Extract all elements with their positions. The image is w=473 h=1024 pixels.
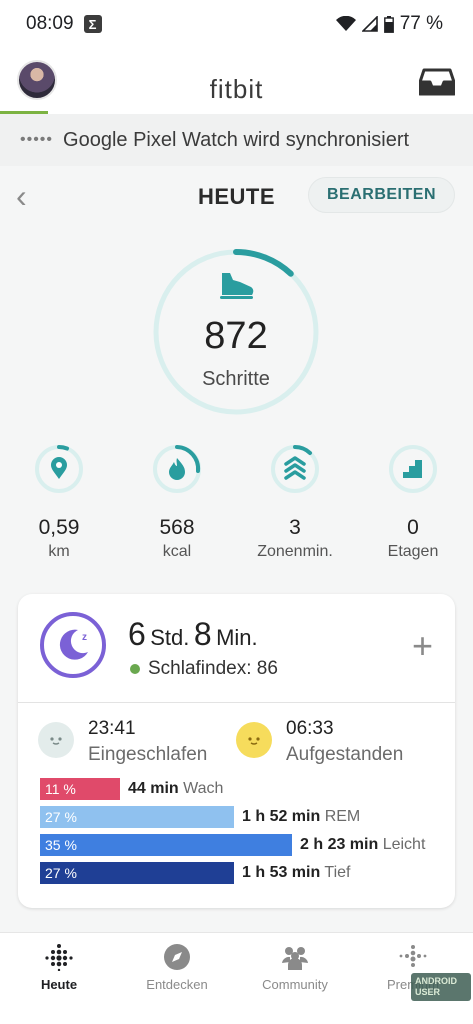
stat-value: 0 xyxy=(407,516,419,539)
stat-distance[interactable]: 0,59 km xyxy=(4,444,114,561)
shoe-icon xyxy=(220,273,254,299)
location-pin-icon xyxy=(35,444,83,493)
stats-row: 0,59 km 568 kcal 3 Zonenmin. 0 Etagen xyxy=(0,444,473,574)
stat-value: 568 xyxy=(159,516,195,539)
stage-bar-leicht: 35 % xyxy=(40,834,292,856)
stage-duration: 1 h 53 min xyxy=(242,864,321,881)
stat-label: Etagen xyxy=(387,543,439,560)
svg-text:z: z xyxy=(82,632,87,643)
stage-name: Wach xyxy=(183,780,224,797)
nav-item-community[interactable]: Community xyxy=(236,933,354,992)
sleep-card[interactable]: z 6 Std. 8 Min. Schlafindex: 86 + 23:41 … xyxy=(18,594,455,908)
status-bar: 08:09 Σ 77 % xyxy=(0,0,473,48)
sleep-minutes-unit: Min. xyxy=(216,625,258,650)
stage-bar-tief: 27 % xyxy=(40,862,234,884)
stage-name: Tief xyxy=(324,864,351,881)
steps-value: 872 xyxy=(204,315,268,357)
community-icon xyxy=(282,947,308,970)
nav-item-discover[interactable]: Entdecken xyxy=(118,933,236,992)
stage-duration: 44 min xyxy=(128,780,179,797)
battery-percent: 77 % xyxy=(399,13,443,34)
nav-label: Entdecken xyxy=(146,977,208,992)
score-dot-icon xyxy=(130,664,140,674)
awake-time: 06:33 xyxy=(286,718,334,739)
edit-button[interactable]: BEARBEITEN xyxy=(307,177,455,213)
signal-icon xyxy=(361,16,378,32)
stage-duration: 1 h 52 min xyxy=(242,808,321,825)
zone-chevrons-icon xyxy=(271,445,319,493)
flame-icon xyxy=(153,445,201,493)
stat-value: 0,59 xyxy=(38,516,80,539)
sleep-hours-unit: Std. xyxy=(150,625,190,650)
inbox-icon[interactable] xyxy=(419,68,455,96)
sleep-stage-row: 35 % 2 h 23 min Leicht xyxy=(40,834,440,856)
compass-icon xyxy=(164,944,190,970)
sleep-stage-row: 27 % 1 h 52 min REM xyxy=(40,806,440,828)
moon-face-icon xyxy=(38,722,74,758)
awake-label: Aufgestanden xyxy=(286,744,404,765)
app-header: fitbit xyxy=(0,48,473,114)
watermark-line: USER xyxy=(415,987,441,997)
fitbit-dots-icon xyxy=(45,944,73,971)
stairs-icon xyxy=(389,445,437,493)
stat-value: 3 xyxy=(289,516,301,539)
asleep-time: 23:41 xyxy=(88,718,136,739)
sync-status-bar: ••••• Google Pixel Watch wird synchronis… xyxy=(0,114,473,166)
add-button[interactable]: + xyxy=(412,628,433,664)
stat-zone-minutes[interactable]: 3 Zonenmin. xyxy=(240,444,350,561)
watermark-line: ANDROID xyxy=(415,976,457,986)
watermark-logo: ANDROID USER xyxy=(411,973,471,1001)
day-header: ‹ HEUTE BEARBEITEN xyxy=(0,170,473,220)
stage-bar-rem: 27 % xyxy=(40,806,234,828)
nav-label: Community xyxy=(262,977,328,992)
sleep-moon-icon: z xyxy=(40,612,106,678)
notification-icon: Σ xyxy=(83,15,102,33)
brand-logo: fitbit xyxy=(209,74,264,104)
nav-item-today[interactable]: Heute xyxy=(0,933,118,992)
sun-face-icon xyxy=(236,722,272,758)
sleep-stage-row: 11 % 44 min Wach xyxy=(40,778,440,800)
battery-icon xyxy=(383,15,394,33)
sleep-minutes: 8 xyxy=(193,616,212,652)
stat-label: km xyxy=(48,543,70,560)
asleep-label: Eingeschlafen xyxy=(88,744,208,765)
sleep-hours: 6 xyxy=(128,616,146,652)
divider xyxy=(18,702,455,703)
bottom-navigation: Heute Entdecken Community Premium ANDROI… xyxy=(0,932,473,1024)
sleep-score-text: Schlafindex: 86 xyxy=(148,658,278,679)
premium-dots-icon xyxy=(399,945,427,967)
stat-label: kcal xyxy=(162,543,192,560)
stat-calories[interactable]: 568 kcal xyxy=(122,444,232,561)
sleep-duration: 6 Std. 8 Min. xyxy=(128,616,258,653)
stage-name: Leicht xyxy=(382,836,426,853)
stat-label: Zonenmin. xyxy=(257,543,333,560)
status-time: 08:09 xyxy=(26,13,74,34)
sync-dots-icon: ••••• xyxy=(20,131,54,148)
stage-bar-wach: 11 % xyxy=(40,778,120,800)
nav-label: Heute xyxy=(40,977,78,992)
sleep-stage-row: 27 % 1 h 53 min Tief xyxy=(40,862,440,884)
wifi-icon xyxy=(335,16,356,31)
stat-floors[interactable]: 0 Etagen xyxy=(358,444,468,561)
sync-status-text: Google Pixel Watch wird synchronisiert xyxy=(63,128,410,151)
stage-name: REM xyxy=(324,808,361,825)
stage-duration: 2 h 23 min xyxy=(300,836,379,853)
steps-label: Schritte xyxy=(202,368,270,390)
sleep-score: Schlafindex: 86 xyxy=(130,658,278,680)
